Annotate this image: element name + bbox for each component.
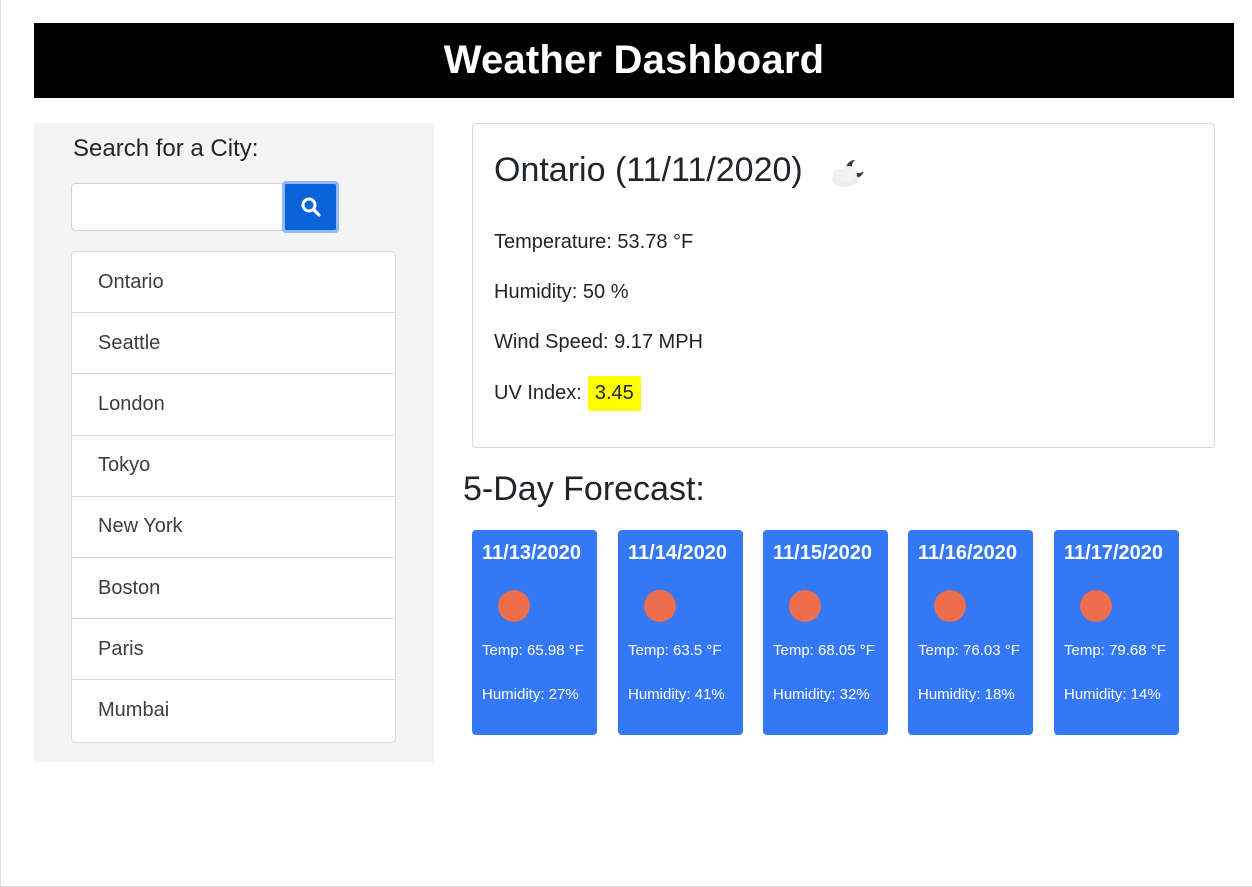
forecast-date: 11/17/2020 (1064, 542, 1163, 564)
forecast-humidity: Humidity: 41% (628, 686, 725, 703)
forecast-card: 11/15/2020 Temp: 68.05 °F Humidity: 32% (763, 530, 888, 735)
uv-value-badge: 3.45 (587, 376, 641, 411)
sun-icon (1080, 590, 1112, 622)
forecast-temp: Temp: 65.98 °F (482, 642, 584, 659)
city-item-boston[interactable]: Boston (72, 558, 395, 620)
partly-cloudy-night-icon (831, 159, 866, 187)
city-item-tokyo[interactable]: Tokyo (72, 436, 395, 497)
city-item-seattle[interactable]: Seattle (72, 313, 395, 375)
app-header: Weather Dashboard (34, 23, 1234, 98)
forecast-humidity: Humidity: 32% (773, 686, 870, 703)
forecast-date: 11/15/2020 (773, 542, 872, 564)
search-button[interactable] (282, 181, 339, 233)
city-item-ontario[interactable]: Ontario (72, 252, 395, 314)
forecast-temp: Temp: 76.03 °F (918, 642, 1020, 659)
forecast-humidity: Humidity: 27% (482, 686, 579, 703)
sun-icon (934, 590, 966, 622)
uv-label: UV Index: (494, 382, 582, 404)
forecast-card: 11/14/2020 Temp: 63.5 °F Humidity: 41% (618, 530, 743, 735)
forecast-title: 5-Day Forecast: (463, 470, 705, 508)
forecast-card: 11/13/2020 Temp: 65.98 °F Humidity: 27% (472, 530, 597, 735)
forecast-temp: Temp: 79.68 °F (1064, 642, 1166, 659)
current-temperature: Temperature: 53.78 °F (494, 231, 694, 253)
search-input[interactable] (71, 183, 283, 231)
forecast-temp: Temp: 63.5 °F (628, 642, 722, 659)
current-city-heading: Ontario (11/11/2020) (494, 149, 869, 191)
search-icon (301, 197, 321, 217)
sun-icon (498, 590, 530, 622)
forecast-date: 11/13/2020 (482, 542, 581, 564)
sun-icon (644, 590, 676, 622)
sun-icon (789, 590, 821, 622)
forecast-card: 11/17/2020 Temp: 79.68 °F Humidity: 14% (1054, 530, 1179, 735)
current-humidity: Humidity: 50 % (494, 281, 629, 303)
forecast-card: 11/16/2020 Temp: 76.03 °F Humidity: 18% (908, 530, 1033, 735)
current-weather-card: Ontario (11/11/2020) Temperature: 53.78 … (472, 123, 1215, 448)
current-uv-index: UV Index: 3.45 (494, 376, 641, 411)
forecast-temp: Temp: 68.05 °F (773, 642, 875, 659)
city-item-paris[interactable]: Paris (72, 619, 395, 681)
city-item-mumbai[interactable]: Mumbai (72, 680, 395, 741)
forecast-row: 11/13/2020 Temp: 65.98 °F Humidity: 27% … (472, 530, 1192, 735)
current-wind-speed: Wind Speed: 9.17 MPH (494, 331, 703, 353)
forecast-date: 11/14/2020 (628, 542, 727, 564)
forecast-humidity: Humidity: 14% (1064, 686, 1161, 703)
search-label: Search for a City: (73, 135, 259, 162)
city-item-london[interactable]: London (72, 374, 395, 436)
city-item-new-york[interactable]: New York (72, 497, 395, 558)
search-sidebar: Search for a City: Ontario Seattle Londo… (34, 123, 434, 762)
city-history-list: Ontario Seattle London Tokyo New York Bo… (71, 251, 396, 743)
forecast-date: 11/16/2020 (918, 542, 1017, 564)
forecast-humidity: Humidity: 18% (918, 686, 1015, 703)
page-title: Weather Dashboard (443, 38, 825, 82)
current-city-title: Ontario (11/11/2020) (494, 150, 803, 189)
